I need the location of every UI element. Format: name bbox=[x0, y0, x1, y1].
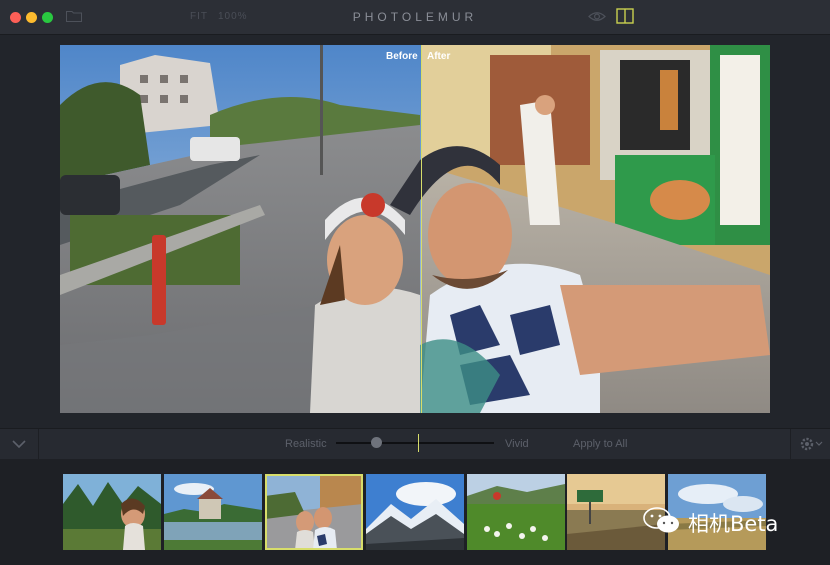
thumbnail-image bbox=[265, 474, 363, 550]
after-label: After bbox=[427, 51, 451, 62]
chevron-down-icon bbox=[12, 440, 26, 449]
fit-zoom-button[interactable]: FIT bbox=[190, 11, 208, 22]
filmstrip-toggle-button[interactable] bbox=[0, 429, 39, 459]
photo-image bbox=[60, 45, 770, 413]
gear-icon bbox=[800, 437, 823, 451]
app-title: PHOTOLEMUR bbox=[352, 10, 478, 24]
zoom-100-button[interactable]: 100% bbox=[218, 11, 248, 22]
thumbnail-image bbox=[467, 474, 565, 550]
enhancement-slider-track[interactable] bbox=[336, 442, 494, 444]
thumbnail-2[interactable] bbox=[164, 474, 262, 550]
minimize-window-button[interactable] bbox=[26, 12, 37, 23]
vivid-label: Vivid bbox=[505, 438, 529, 450]
watermark-text: 相机Beta bbox=[688, 512, 779, 536]
eye-icon[interactable] bbox=[588, 10, 606, 23]
folder-icon[interactable] bbox=[66, 10, 82, 22]
slider-split-marker bbox=[418, 434, 419, 452]
split-view-icon[interactable] bbox=[616, 8, 634, 24]
thumbnail-image bbox=[366, 474, 464, 550]
watermark: 相机Beta bbox=[642, 505, 812, 537]
wechat-icon bbox=[643, 507, 679, 533]
photo-preview[interactable]: Before After bbox=[60, 45, 770, 413]
realistic-label: Realistic bbox=[285, 438, 327, 450]
thumbnail-4[interactable] bbox=[366, 474, 464, 550]
thumbnail-3[interactable] bbox=[265, 474, 363, 550]
before-label: Before bbox=[386, 51, 418, 62]
enhancement-slider-knob[interactable] bbox=[371, 437, 382, 448]
app-window: FIT 100% PHOTOLEMUR Before After Realist… bbox=[0, 0, 830, 565]
thumbnail-1[interactable] bbox=[63, 474, 161, 550]
thumbnail-image bbox=[164, 474, 262, 550]
maximize-window-button[interactable] bbox=[42, 12, 53, 23]
thumbnail-5[interactable] bbox=[467, 474, 565, 550]
before-after-divider[interactable] bbox=[421, 45, 422, 413]
control-bar: Realistic Vivid Apply to All bbox=[0, 428, 830, 460]
close-window-button[interactable] bbox=[10, 12, 21, 23]
apply-to-all-button[interactable]: Apply to All bbox=[573, 438, 627, 450]
settings-button[interactable] bbox=[790, 429, 830, 459]
thumbnail-image bbox=[63, 474, 161, 550]
title-bar: FIT 100% PHOTOLEMUR bbox=[0, 0, 830, 35]
